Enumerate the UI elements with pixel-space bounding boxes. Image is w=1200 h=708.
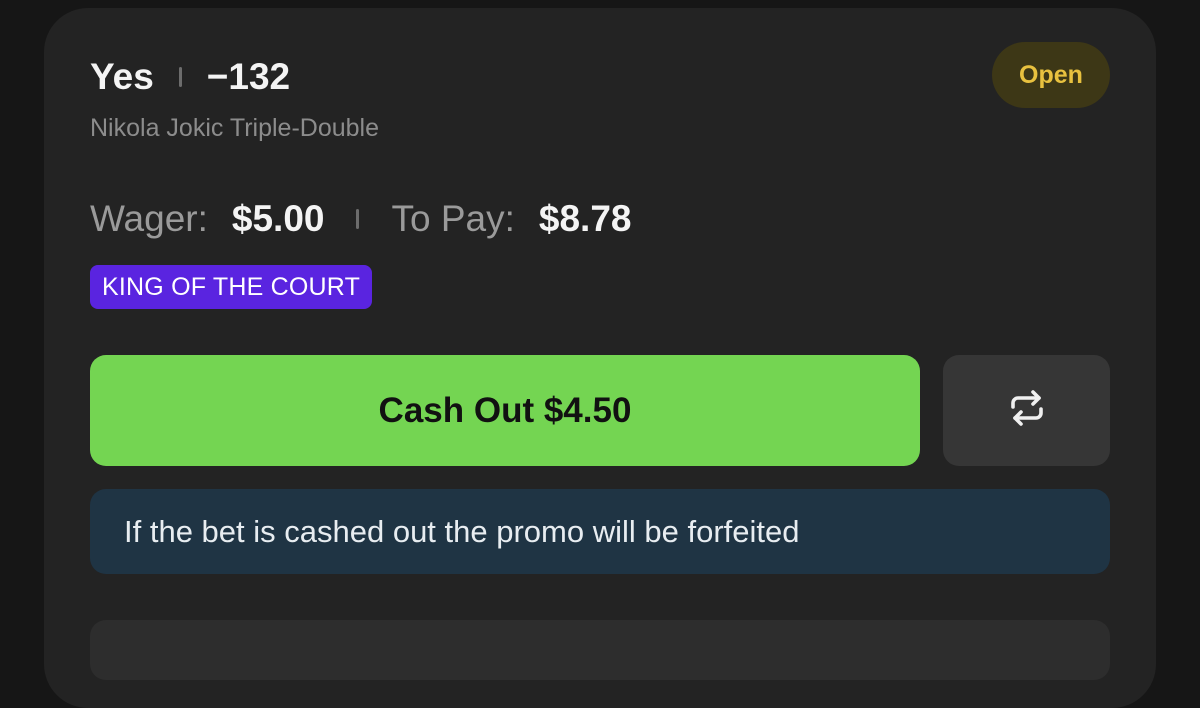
market-name: Nikola Jokic Triple-Double [90, 114, 380, 142]
stake-row: Wager: $5.00 To Pay: $8.78 [90, 196, 631, 242]
bet-odds: −132 [206, 56, 291, 97]
promo-forfeit-notice: If the bet is cashed out the promo will … [90, 489, 1110, 574]
status-badge: Open [992, 42, 1110, 108]
wager-value: $5.00 [231, 198, 325, 239]
next-panel [90, 620, 1110, 680]
bet-selection: Yes [90, 56, 154, 97]
bet-card: Yes −132 Open Nikola Jokic Triple-Double… [44, 8, 1156, 708]
refresh-button[interactable] [943, 355, 1110, 466]
cash-out-button[interactable]: Cash Out $4.50 [90, 355, 920, 466]
wager-label: Wager: [90, 198, 208, 239]
promo-tag: KING OF THE COURT [90, 265, 373, 309]
bet-header: Yes −132 [90, 54, 290, 100]
to-pay-label: To Pay: [391, 198, 515, 239]
header-divider [178, 67, 182, 87]
repeat-arrows-icon [1007, 388, 1047, 433]
stake-divider [356, 209, 360, 229]
to-pay-value: $8.78 [538, 198, 632, 239]
notice-text: If the bet is cashed out the promo will … [124, 513, 800, 549]
